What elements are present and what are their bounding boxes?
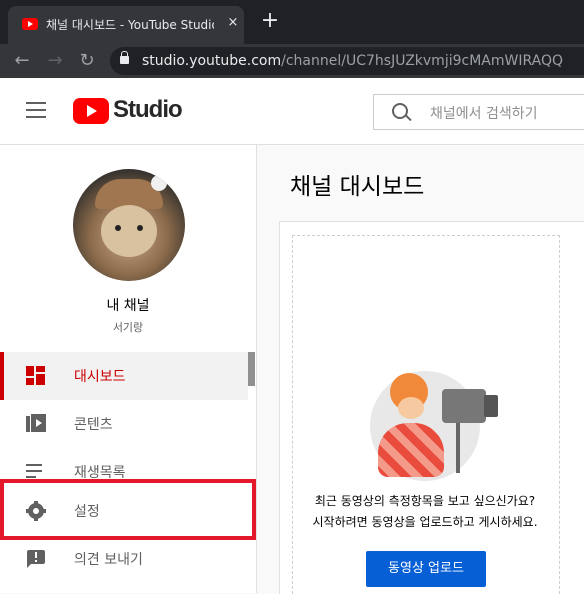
browser-toolbar: ← → ↻ studio.youtube.com/channel/UC7hsJU… [0, 44, 584, 78]
channel-name: 내 채널 [106, 298, 150, 314]
content-icon [26, 414, 46, 434]
new-tab-button[interactable]: + [258, 10, 282, 34]
sidebar-item-content[interactable]: 콘텐츠 [0, 400, 248, 448]
upload-video-button[interactable]: 동영상 업로드 [366, 551, 486, 587]
active-indicator [0, 352, 4, 400]
sidebar-item-feedback[interactable]: 의견 보내기 [0, 535, 248, 583]
url-host: studio.youtube.com [142, 53, 282, 69]
search-input[interactable]: 채널에서 검색하기 [373, 94, 584, 130]
sidebar-item-dashboard[interactable]: 대시보드 [0, 352, 248, 400]
feedback-icon [26, 549, 46, 569]
youtube-favicon-icon [22, 18, 38, 30]
youtube-play-icon [73, 98, 109, 124]
sidebar-item-label: 대시보드 [74, 369, 126, 385]
prompt-line-1: 최근 동영상의 측정항목을 보고 싶으신가요? [314, 494, 536, 508]
sidebar-scrollbar[interactable] [248, 352, 255, 386]
forward-arrow-icon[interactable]: → [44, 50, 66, 72]
sidebar-item-label: 콘텐츠 [74, 417, 113, 433]
reload-icon[interactable]: ↻ [76, 50, 98, 72]
search-placeholder: 채널에서 검색하기 [430, 106, 538, 122]
lock-icon [120, 51, 129, 64]
sidebar-item-label: 의견 보내기 [74, 552, 143, 568]
channel-handle: 서기랑 [112, 321, 144, 334]
prompt-line-2: 시작하려면 동영상을 업로드하고 게시하세요. [312, 515, 538, 529]
url-path: /channel/UC7hsJUZkvmji9cMAmWIRAQQ [281, 53, 563, 69]
studio-header: Studio 채널에서 검색하기 [0, 78, 584, 145]
page-title: 채널 대시보드 [290, 174, 425, 200]
browser-tab[interactable]: 채널 대시보드 - YouTube Studio × [8, 6, 244, 44]
back-arrow-icon[interactable]: ← [11, 50, 33, 72]
logo-text: Studio [113, 96, 183, 123]
url-text: studio.youtube.com/channel/UC7hsJUZkvmji… [142, 53, 563, 69]
address-bar[interactable]: studio.youtube.com/channel/UC7hsJUZkvmji… [110, 47, 584, 75]
camera-person-illustration [370, 371, 498, 481]
hamburger-menu-icon[interactable] [26, 102, 46, 118]
channel-avatar[interactable] [73, 169, 185, 281]
tab-title: 채널 대시보드 - YouTube Studio [46, 18, 214, 32]
browser-tab-bar: 채널 대시보드 - YouTube Studio × + [0, 0, 584, 44]
settings-highlight-box [0, 479, 256, 540]
dashboard-icon [26, 366, 46, 386]
tab-close-icon[interactable]: × [224, 14, 242, 32]
upload-prompt-text: 최근 동영상의 측정항목을 보고 싶으신가요? 시작하려면 동영상을 업로드하고… [292, 491, 558, 533]
search-icon [392, 103, 408, 119]
